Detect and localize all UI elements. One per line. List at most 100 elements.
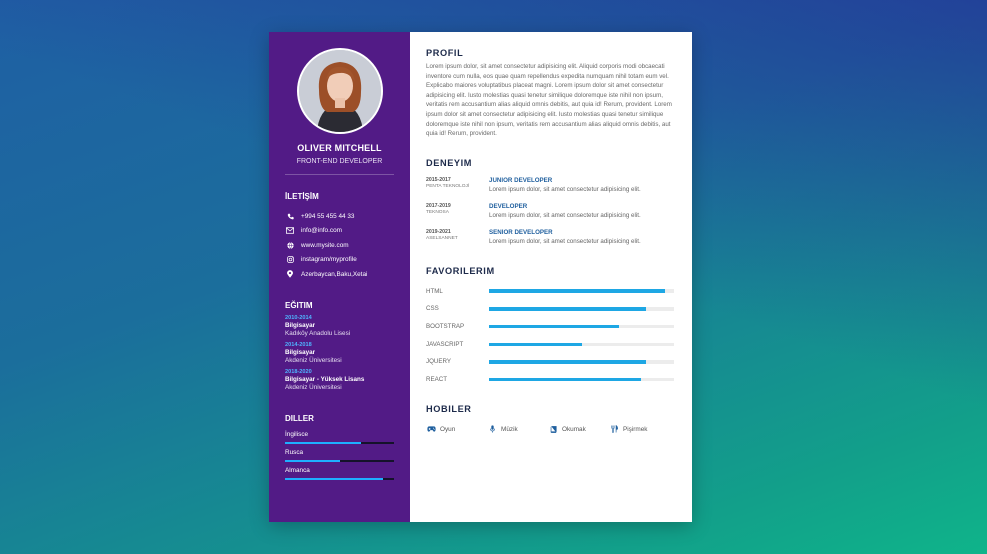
main-content: PROFIL Lorem ipsum dolor, sit amet conse… [410, 32, 692, 522]
profile-heading: PROFIL [426, 48, 464, 58]
experience-meta: 2019-2021 ASELSANNET [426, 229, 489, 246]
book-icon [548, 424, 558, 434]
experience-title: JUNIOR DEVELOPER [489, 176, 553, 184]
skill-bar-fill [489, 324, 619, 329]
contact-text: +994 55 455 44 33 [301, 212, 355, 220]
experience-desc: Lorem ipsum dolor, sit amet consectetur … [489, 211, 641, 219]
languages-heading: DILLER [285, 413, 314, 423]
skill-item: HTML [426, 282, 675, 300]
skill-bar [489, 289, 674, 293]
skill-item: BOOTSTRAP [426, 318, 675, 336]
contact-website[interactable]: www.mysite.com [285, 238, 394, 253]
education-school: Akdeniz Üniversitesi [285, 383, 342, 391]
language-bar-fill [285, 441, 362, 444]
person-role: FRONT-END DEVELOPER [296, 158, 383, 165]
language-item: Almanca [285, 467, 394, 480]
education-years: 2010-2014 [285, 314, 312, 321]
hobby-text: Müzik [501, 425, 518, 433]
experience-item: 2019-2021 ASELSANNET SENIOR DEVELOPER Lo… [426, 229, 675, 246]
location-icon [285, 269, 295, 279]
contact-text: www.mysite.com [301, 241, 349, 249]
contact-instagram[interactable]: instagram/myprofile [285, 253, 394, 268]
skill-name: JAVASCRIPT [426, 340, 464, 348]
language-item: Rusca [285, 449, 394, 462]
contact-text: instagram/myprofile [301, 256, 357, 264]
skill-item: JQUERY [426, 353, 675, 371]
skill-bar [489, 342, 674, 347]
experience-item: 2015-2017 PENTA TEKNOLOJİ JUNIOR DEVELOP… [426, 177, 675, 194]
hobby-text: Okumak [562, 425, 586, 433]
contact-heading: İLETİŞİM [285, 192, 319, 201]
language-bar [285, 477, 394, 480]
language-item: İngilisce [285, 431, 394, 444]
education-years: 2014-2018 [285, 341, 312, 348]
language-name: İngilisce [285, 430, 309, 438]
contact-text: info@info.com [301, 227, 342, 235]
skill-name: BOOTSTRAP [426, 323, 465, 331]
language-name: Almanca [285, 466, 310, 474]
experience-body: DEVELOPER Lorem ipsum dolor, sit amet co… [489, 203, 641, 220]
language-name: Rusca [285, 448, 304, 456]
experience-meta: 2017-2019 TEKNOSA [426, 203, 489, 220]
mail-icon [285, 226, 295, 236]
experience-company: PENTA TEKNOLOJİ [426, 183, 470, 189]
experience-item: 2017-2019 TEKNOSA DEVELOPER Lorem ipsum … [426, 203, 675, 220]
skills-heading: FAVORILERIM [426, 266, 495, 277]
languages-list: İngilisce Rusca Almanca [285, 431, 394, 480]
skill-name: CSS [426, 305, 439, 313]
skill-item: CSS [426, 300, 675, 318]
education-item: 2018-2020 Bilgisayar - Yüksek Lisans Akd… [285, 369, 394, 391]
experience-company: ASELSANNET [426, 236, 458, 242]
experience-meta: 2015-2017 PENTA TEKNOLOJİ [426, 177, 489, 194]
gamepad-icon [426, 424, 436, 434]
skill-name: REACT [426, 376, 447, 384]
skill-name: JQUERY [426, 358, 451, 366]
skill-bar [489, 360, 674, 364]
profile-text: Lorem ipsum dolor, sit amet consectetur … [426, 63, 672, 138]
hobby-item: Müzik [487, 424, 548, 434]
hobbies-list: Oyun Müzik Okumak Pişirmek [426, 424, 675, 434]
experience-desc: Lorem ipsum dolor, sit amet consectetur … [489, 185, 641, 193]
experience-years: 2015-2017 [426, 176, 451, 183]
education-degree: Bilgisayar - Yüksek Lisans [285, 375, 365, 383]
skill-bar [489, 307, 674, 311]
contact-location[interactable]: Azerbaycan,Baku,Xetai [285, 267, 394, 282]
phone-icon [285, 211, 295, 221]
experience-body: JUNIOR DEVELOPER Lorem ipsum dolor, sit … [489, 177, 641, 194]
person-name: OLIVER MITCHELL [297, 143, 382, 153]
experience-company: TEKNOSA [426, 209, 449, 215]
hobby-text: Oyun [440, 425, 456, 433]
divider [285, 174, 394, 175]
contact-phone[interactable]: +994 55 455 44 33 [285, 209, 394, 224]
experience-desc: Lorem ipsum dolor, sit amet consectetur … [489, 238, 641, 246]
language-bar-fill [285, 459, 340, 462]
language-bar-fill [285, 477, 384, 480]
language-bar [285, 459, 394, 462]
hobby-text: Pişirmek [623, 425, 648, 433]
education-school: Akdeniz Üniversitesi [285, 356, 342, 364]
experience-years: 2019-2021 [426, 229, 451, 236]
utensils-icon [609, 424, 619, 434]
skill-bar [489, 324, 674, 329]
hobbies-heading: HOBILER [426, 404, 472, 415]
avatar [296, 48, 383, 134]
experience-title: SENIOR DEVELOPER [489, 229, 553, 237]
experience-list: 2015-2017 PENTA TEKNOLOJİ JUNIOR DEVELOP… [426, 177, 675, 247]
hobby-item: Pişirmek [609, 424, 670, 434]
contact-list: +994 55 455 44 33 info@info.com www.mysi… [285, 209, 394, 282]
globe-icon [285, 240, 295, 250]
education-years: 2018-2020 [285, 368, 312, 375]
education-item: 2010-2014 Bilgisayar Kadıköy Anadolu Lis… [285, 315, 394, 337]
education-degree: Bilgisayar [285, 348, 316, 356]
hobby-item: Okumak [548, 424, 609, 434]
experience-years: 2017-2019 [426, 202, 451, 209]
skill-item: JAVASCRIPT [426, 335, 675, 353]
contact-email[interactable]: info@info.com [285, 224, 394, 239]
education-degree: Bilgisayar [285, 321, 316, 329]
microphone-icon [487, 424, 497, 434]
experience-heading: DENEYIM [426, 157, 473, 168]
contact-text: Azerbaycan,Baku,Xetai [301, 270, 368, 278]
skill-bar-fill [489, 377, 641, 382]
skill-bar-fill [489, 360, 647, 364]
skill-item: REACT [426, 371, 675, 389]
